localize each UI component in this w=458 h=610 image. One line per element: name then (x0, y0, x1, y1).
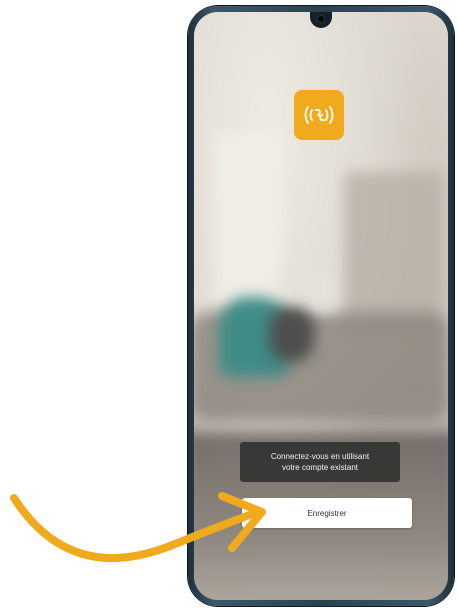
background-wall (344, 172, 444, 332)
bottom-nav-area (194, 584, 448, 600)
login-prompt-line2: votre compte existant (281, 463, 359, 472)
app-logo (294, 90, 344, 140)
wifi-signal-logo-icon (304, 106, 334, 124)
background-figure (269, 307, 314, 362)
background-lamp (279, 272, 334, 312)
phone-screen: Connectez-vous en utilisant votre compte… (194, 12, 448, 600)
login-prompt-line1: Connectez-vous en utilisant (270, 452, 370, 461)
login-existing-account-button[interactable]: Connectez-vous en utilisant votre compte… (240, 442, 400, 482)
phone-frame: Connectez-vous en utilisant votre compte… (188, 6, 454, 606)
screenshot-stage: Connectez-vous en utilisant votre compte… (0, 0, 458, 610)
background-window (214, 132, 284, 302)
register-button[interactable]: Enregistrer (242, 498, 412, 528)
